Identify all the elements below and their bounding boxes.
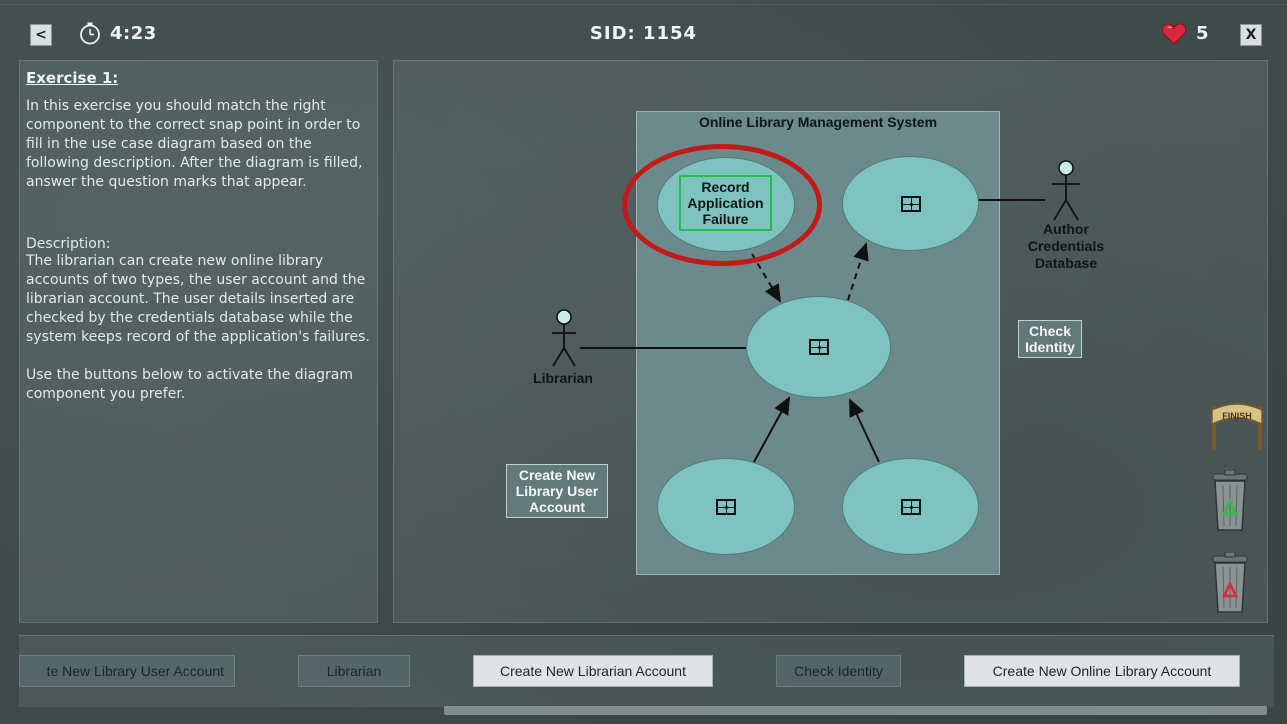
usecase-snap-top-right[interactable]: [842, 156, 979, 251]
database-actor-figure: [1052, 160, 1080, 221]
usecase-snap-bottom-right[interactable]: [842, 458, 979, 555]
librarian-actor-label: Librarian: [533, 370, 593, 386]
create-user-account-label[interactable]: Create New Library User Account: [506, 464, 608, 518]
finish-label: FINISH: [1222, 411, 1252, 421]
snap-point-icon[interactable]: [809, 339, 829, 355]
recycle-bin-green-icon[interactable]: [1210, 470, 1250, 532]
highlight-ring: [622, 144, 822, 266]
component-button-check-identity[interactable]: Check Identity: [776, 655, 901, 687]
snap-point-icon[interactable]: [716, 499, 736, 515]
finish-icon[interactable]: FINISH: [1206, 400, 1268, 452]
horizontal-scrollbar[interactable]: [444, 706, 1267, 715]
component-button-create-online-account[interactable]: Create New Online Library Account: [964, 655, 1240, 687]
snap-point-icon[interactable]: [901, 196, 921, 212]
usecase-snap-bottom-left[interactable]: [657, 458, 795, 555]
component-button-create-librarian-account[interactable]: Create New Librarian Account: [473, 655, 713, 687]
database-actor-label: Author Credentials Database: [1027, 221, 1105, 271]
component-button-librarian[interactable]: Librarian: [298, 655, 410, 687]
recycle-bin-red-icon[interactable]: [1210, 552, 1250, 614]
usecase-snap-center[interactable]: [746, 296, 891, 398]
check-identity-label[interactable]: Check Identity: [1018, 320, 1082, 358]
diagram-connectors: [552, 160, 1080, 463]
snap-point-icon[interactable]: [901, 499, 921, 515]
librarian-actor-figure: [552, 309, 576, 367]
component-button-create-user-account[interactable]: te New Library User Account: [19, 655, 235, 687]
